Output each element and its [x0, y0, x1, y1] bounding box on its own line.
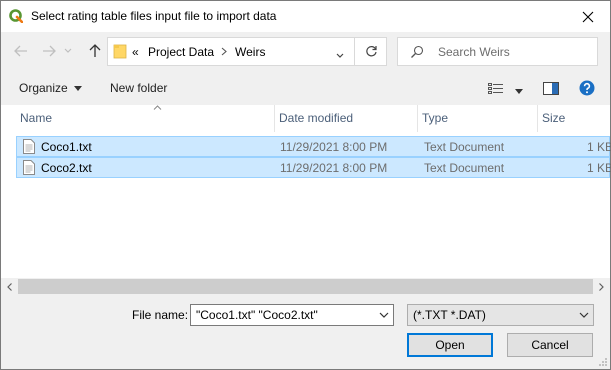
cancel-button[interactable]: Cancel: [507, 333, 593, 357]
forward-button[interactable]: [39, 41, 59, 61]
search-placeholder: Search Weirs: [438, 45, 510, 59]
address-overflow[interactable]: «: [132, 45, 139, 59]
recent-locations-button[interactable]: [61, 41, 75, 61]
file-name: Coco1.txt: [41, 140, 92, 154]
resize-grip-icon[interactable]: [598, 357, 608, 367]
chevron-left-icon: [7, 282, 12, 291]
help-icon: [579, 80, 595, 96]
view-options-button[interactable]: [488, 83, 524, 98]
refresh-icon: [365, 46, 377, 57]
scroll-right-button[interactable]: [593, 280, 610, 293]
caret-down-icon: [73, 86, 82, 92]
column-name-label: Name: [20, 111, 53, 125]
file-name-value: "Coco1.txt" "Coco2.txt": [196, 308, 318, 322]
chevron-right-icon: [599, 282, 604, 291]
up-button[interactable]: [85, 41, 105, 61]
title-bar: Select rating table files input file to …: [1, 1, 610, 32]
help-button[interactable]: [579, 80, 595, 99]
file-type-filter[interactable]: (*.TXT *.DAT): [407, 304, 594, 326]
open-button[interactable]: Open: [407, 333, 493, 357]
column-header-row: Name Date modified Type Size: [1, 105, 610, 132]
file-type: Text Document: [424, 161, 505, 175]
horizontal-scrollbar[interactable]: [1, 278, 610, 295]
arrow-left-icon: [14, 45, 27, 57]
text-file-icon: [23, 139, 35, 154]
file-name-input[interactable]: "Coco1.txt" "Coco2.txt": [190, 304, 394, 326]
details-view-icon: [488, 83, 503, 94]
breadcrumb-separator-icon: [221, 45, 227, 59]
refresh-button[interactable]: [354, 38, 387, 65]
command-bar: Organize New folder: [1, 75, 610, 103]
arrow-right-icon: [43, 45, 56, 57]
close-button[interactable]: [566, 1, 610, 32]
arrow-up-icon: [89, 44, 101, 57]
column-date-modified[interactable]: Date modified: [275, 105, 418, 132]
organize-label: Organize: [19, 81, 68, 95]
search-icon: [411, 45, 424, 58]
file-dialog: Select rating table files input file to …: [0, 0, 611, 370]
file-row[interactable]: Coco2.txt 11/29/2021 8:00 PM Text Docume…: [16, 157, 611, 178]
file-type: Text Document: [424, 140, 505, 154]
column-name[interactable]: Name: [16, 105, 275, 132]
chevron-down-icon: [579, 312, 589, 318]
file-date: 11/29/2021 8:00 PM: [280, 140, 388, 154]
chevron-down-icon: [64, 48, 72, 53]
file-name-label: File name:: [132, 308, 189, 322]
search-box[interactable]: Search Weirs: [397, 37, 598, 66]
preview-pane-icon: [543, 82, 559, 95]
column-type-label: Type: [422, 111, 449, 125]
new-folder-button[interactable]: New folder: [110, 81, 167, 95]
text-file-icon: [23, 160, 35, 175]
file-size: 1 KB: [587, 161, 611, 175]
file-row[interactable]: Coco1.txt 11/29/2021 8:00 PM Text Docume…: [16, 136, 611, 157]
chevron-down-icon: [336, 53, 344, 58]
file-size: 1 KB: [587, 140, 611, 154]
filter-value: (*.TXT *.DAT): [413, 308, 486, 322]
column-size[interactable]: Size: [538, 105, 610, 132]
qgis-app-icon: [9, 9, 23, 23]
preview-pane-button[interactable]: [543, 82, 559, 98]
folder-icon: [113, 44, 127, 59]
file-list[interactable]: Name Date modified Type Size Coco1.txt 1…: [1, 105, 611, 280]
caret-down-icon: [515, 89, 524, 95]
organize-button[interactable]: Organize: [19, 81, 82, 95]
file-name: Coco2.txt: [41, 161, 92, 175]
breadcrumb-weirs[interactable]: Weirs: [235, 45, 265, 59]
file-date: 11/29/2021 8:00 PM: [280, 161, 388, 175]
column-date-label: Date modified: [279, 111, 354, 125]
scrollbar-thumb[interactable]: [18, 279, 593, 294]
chevron-down-icon[interactable]: [379, 312, 389, 319]
window-title: Select rating table files input file to …: [31, 9, 277, 23]
address-bar[interactable]: « Project Data Weirs: [107, 37, 387, 66]
address-dropdown-button[interactable]: [336, 48, 344, 62]
back-button[interactable]: [11, 41, 31, 61]
breadcrumb-project-data[interactable]: Project Data: [148, 45, 214, 59]
close-icon: [582, 11, 594, 22]
scroll-left-button[interactable]: [1, 280, 18, 293]
column-type[interactable]: Type: [418, 105, 538, 132]
column-size-label: Size: [542, 111, 566, 125]
sort-ascending-icon: [153, 102, 162, 112]
